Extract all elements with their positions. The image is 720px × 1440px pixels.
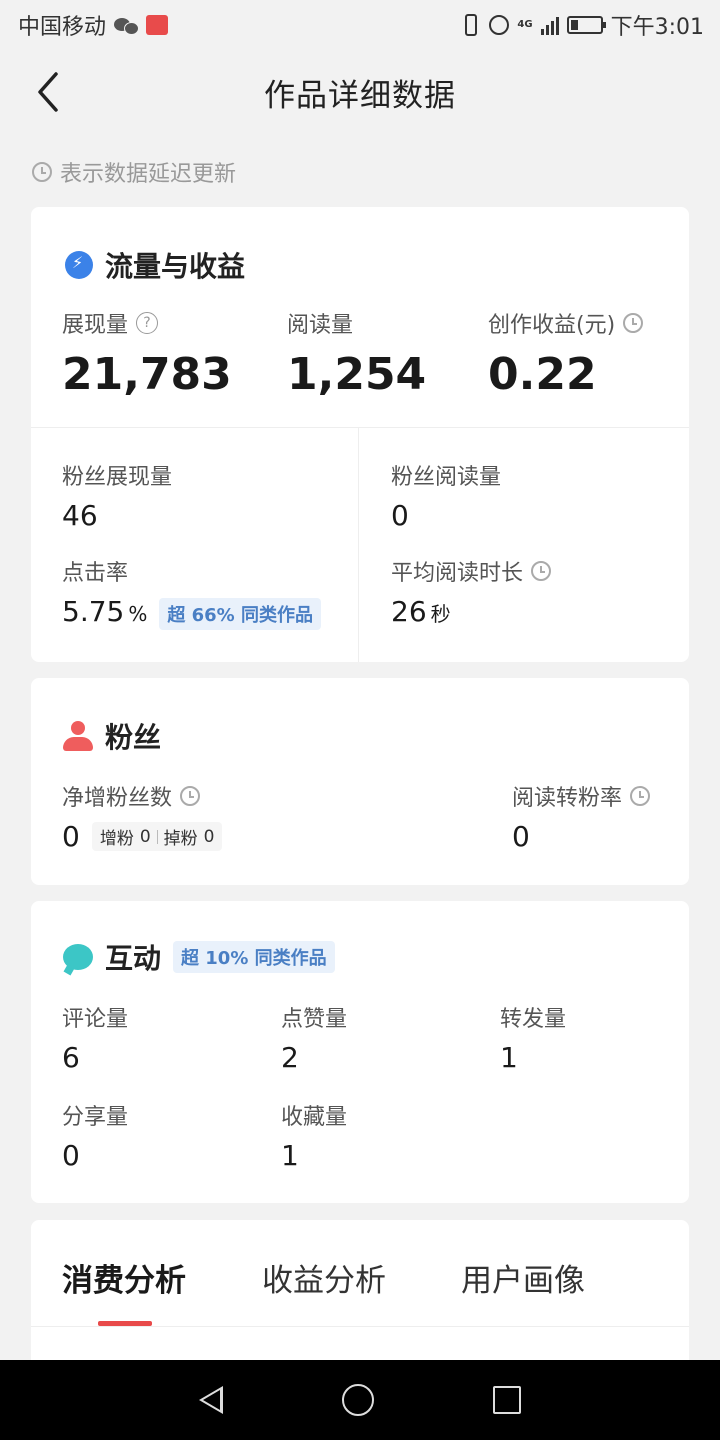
- avg-read-time-value: 26: [391, 595, 427, 628]
- likes-value: 2: [281, 1041, 299, 1074]
- reads-metric[interactable]: 阅读量 1,254: [287, 307, 426, 400]
- fan-reads-label: 粉丝阅读量: [391, 465, 502, 490]
- battery-icon: [566, 16, 606, 34]
- nav-home-icon[interactable]: [341, 1384, 374, 1416]
- clock-time: 下午3:01: [610, 15, 704, 40]
- impressions-label: 展现量: [62, 313, 129, 338]
- divider: [31, 427, 689, 428]
- alarm-icon: [489, 15, 510, 35]
- comments-metric[interactable]: 评论量 6: [62, 1001, 128, 1074]
- wechat-icon: [114, 16, 140, 35]
- fans-card-header: 粉丝: [63, 716, 161, 756]
- page-header: 作品详细数据: [0, 50, 720, 134]
- conversion-label: 阅读转粉率: [512, 786, 623, 811]
- earnings-label: 创作收益(元): [488, 313, 616, 338]
- network-type-label: 4G: [517, 19, 533, 30]
- gain-loss-chip: 增粉 0 掉粉 0: [91, 822, 223, 851]
- gain-label: 增粉: [99, 829, 134, 849]
- interaction-title: 互动: [105, 942, 162, 975]
- net-growth-label: 净增粉丝数: [62, 786, 173, 811]
- ctr-unit: %: [128, 602, 148, 626]
- carrier-label: 中国移动: [18, 15, 107, 40]
- traffic-card-header: 流量与收益: [65, 245, 245, 285]
- favorites-label: 收藏量: [281, 1105, 348, 1130]
- forwards-metric[interactable]: 转发量 1: [500, 1001, 566, 1074]
- ctr-label: 点击率: [62, 561, 129, 586]
- loss-value: 0: [203, 826, 215, 847]
- fans-title: 粉丝: [105, 721, 162, 754]
- back-arrow-icon[interactable]: [30, 70, 70, 114]
- signal-icon: [540, 15, 559, 35]
- system-nav-bar: [0, 1360, 720, 1440]
- avg-read-time-metric[interactable]: 平均阅读时长 26 秒: [391, 555, 552, 628]
- tab-earnings-analysis[interactable]: 收益分析: [262, 1255, 386, 1300]
- chat-icon: [63, 944, 93, 970]
- favorites-value: 1: [281, 1139, 299, 1172]
- interaction-card-header: 互动 超 10% 同类作品: [63, 937, 335, 977]
- delay-note: 表示数据延迟更新: [32, 156, 236, 188]
- delay-note-text: 表示数据延迟更新: [60, 162, 237, 187]
- user-icon: [63, 721, 93, 751]
- page-title: 作品详细数据: [264, 77, 456, 114]
- conversion-metric[interactable]: 阅读转粉率 0: [512, 780, 651, 853]
- traffic-title: 流量与收益: [105, 250, 246, 283]
- comments-value: 6: [62, 1041, 80, 1074]
- shares-label: 分享量: [62, 1105, 129, 1130]
- delay-clock-icon: [32, 162, 52, 182]
- traffic-card: 流量与收益 展现量? 21,783 阅读量 1,254 创作收益(元) 0.22…: [31, 207, 689, 662]
- divider: [358, 428, 359, 662]
- avg-read-time-label: 平均阅读时长: [391, 561, 524, 586]
- fan-impressions-metric[interactable]: 粉丝展现量 46: [62, 459, 172, 532]
- interaction-card: 互动 超 10% 同类作品 评论量 6 点赞量 2 转发量 1 分享量 0 收藏…: [31, 901, 689, 1203]
- shares-value: 0: [62, 1139, 80, 1172]
- traffic-icon: [65, 251, 93, 279]
- nav-back-icon[interactable]: [199, 1386, 224, 1414]
- fan-reads-value: 0: [391, 499, 409, 532]
- favorites-metric[interactable]: 收藏量 1: [281, 1099, 347, 1172]
- reads-label: 阅读量: [287, 313, 354, 338]
- help-icon[interactable]: ?: [136, 312, 159, 334]
- toutiao-icon: [146, 15, 169, 35]
- analysis-tabs-card: 消费分析 收益分析 用户画像: [31, 1220, 689, 1380]
- avg-read-time-unit: 秒: [430, 602, 451, 626]
- impressions-metric[interactable]: 展现量? 21,783: [62, 307, 232, 400]
- interaction-rank-badge: 超 10% 同类作品: [173, 941, 335, 973]
- gain-value: 0: [139, 826, 151, 847]
- net-growth-metric[interactable]: 净增粉丝数 0 增粉 0 掉粉 0: [62, 780, 223, 853]
- comments-label: 评论量: [62, 1007, 129, 1032]
- status-bar: 中国移动 4G 下午3:01: [0, 0, 720, 50]
- earnings-metric[interactable]: 创作收益(元) 0.22: [488, 307, 644, 400]
- loss-label: 掉粉: [163, 829, 198, 849]
- likes-label: 点赞量: [281, 1007, 348, 1032]
- net-growth-value: 0: [62, 820, 80, 853]
- delay-clock-icon: [623, 313, 644, 333]
- tab-divider: [31, 1326, 689, 1327]
- ctr-metric[interactable]: 点击率 5.75% 超 66% 同类作品: [62, 555, 321, 630]
- impressions-value: 21,783: [62, 349, 232, 400]
- fan-impressions-label: 粉丝展现量: [62, 465, 173, 490]
- fan-reads-metric[interactable]: 粉丝阅读量 0: [391, 459, 501, 532]
- forwards-value: 1: [500, 1041, 518, 1074]
- fan-impressions-value: 46: [62, 499, 98, 532]
- reads-value: 1,254: [287, 349, 427, 400]
- fans-card: 粉丝 净增粉丝数 0 增粉 0 掉粉 0 阅读转粉率 0: [31, 678, 689, 885]
- tab-consumption-analysis[interactable]: 消费分析: [62, 1255, 186, 1300]
- tab-user-profile[interactable]: 用户画像: [461, 1255, 585, 1300]
- nav-recent-apps-icon[interactable]: [492, 1386, 521, 1414]
- delay-clock-icon: [180, 786, 201, 806]
- conversion-value: 0: [512, 820, 530, 853]
- delay-clock-icon: [630, 786, 651, 806]
- shares-metric[interactable]: 分享量 0: [62, 1099, 128, 1172]
- ctr-rank-badge: 超 66% 同类作品: [159, 598, 321, 630]
- earnings-value: 0.22: [488, 349, 597, 400]
- forwards-label: 转发量: [500, 1007, 567, 1032]
- vibrate-icon: [465, 14, 478, 36]
- likes-metric[interactable]: 点赞量 2: [281, 1001, 347, 1074]
- delay-clock-icon: [531, 561, 552, 581]
- chip-separator: [156, 829, 158, 844]
- ctr-value: 5.75: [62, 595, 125, 628]
